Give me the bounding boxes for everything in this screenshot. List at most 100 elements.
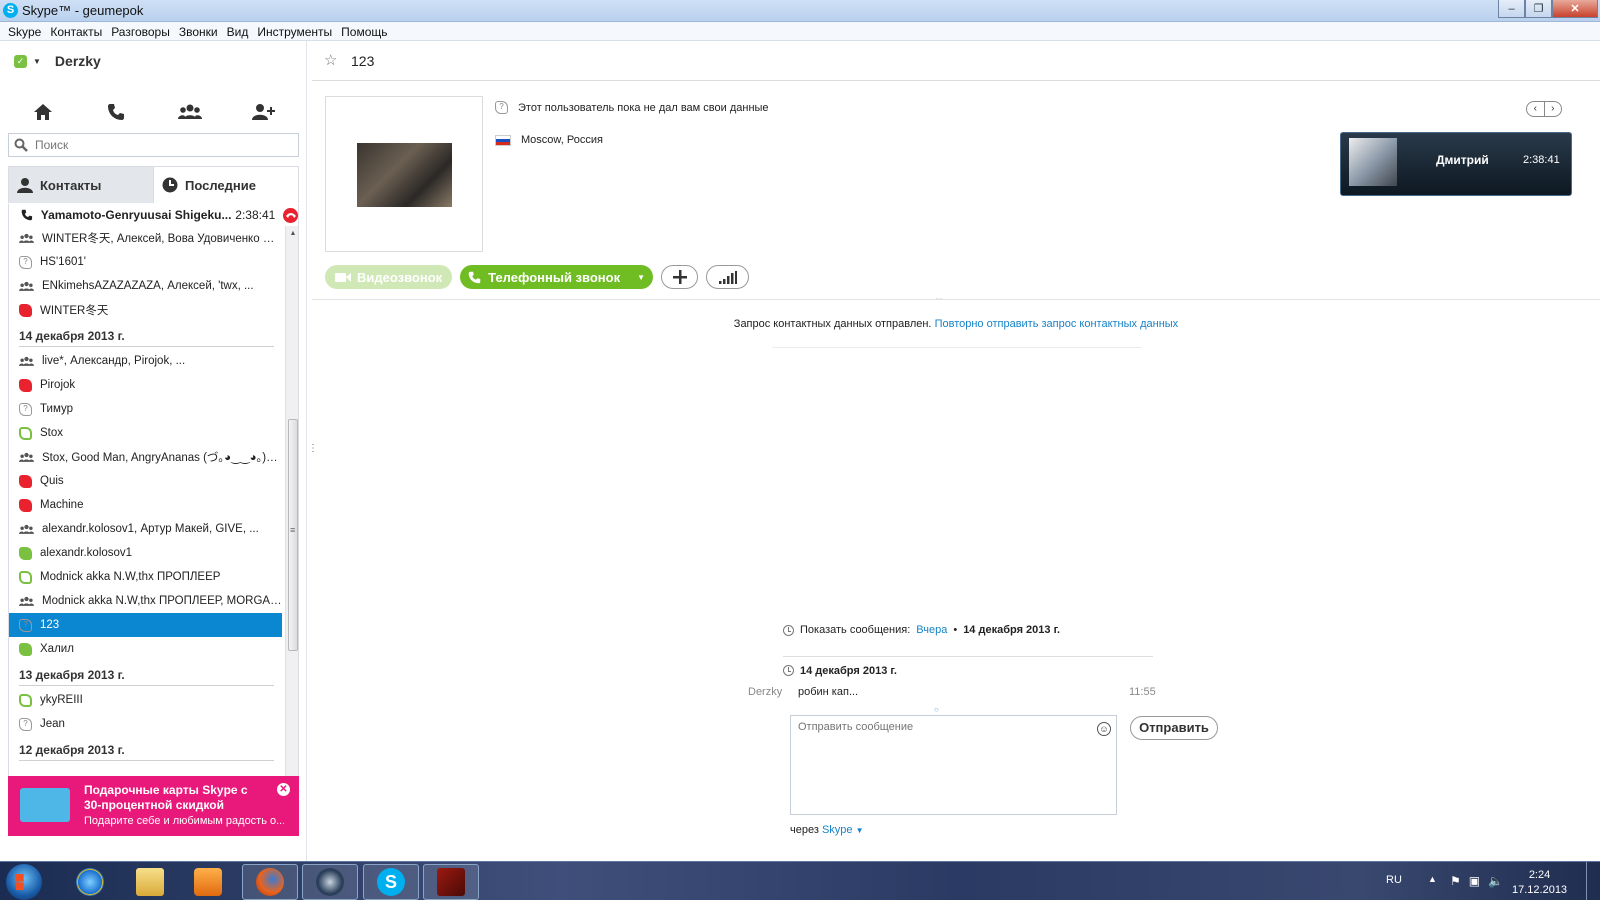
date-header-label: 12 декабря 2013 г. (19, 742, 125, 757)
scroll-up-arrow[interactable]: ▲ (286, 226, 298, 240)
recent-item[interactable]: Quis (9, 469, 282, 493)
recent-item[interactable]: Modnick akka N.W,thx ПРОПЛЕЕР (9, 565, 282, 589)
contacts-group-icon[interactable] (170, 97, 210, 127)
taskbar-steam[interactable] (302, 864, 358, 900)
message-input[interactable] (798, 721, 1098, 809)
taskbar-dota[interactable] (423, 864, 479, 900)
message-sender[interactable]: Derzky (748, 686, 782, 698)
search-input[interactable] (35, 137, 295, 153)
group-chat-icon (19, 356, 34, 366)
recent-item[interactable]: Stox (9, 421, 282, 445)
menu-tools[interactable]: Инструменты (253, 22, 337, 40)
active-call-row[interactable]: Yamamoto-Genryuusai Shigeku... 2:38:41 (8, 204, 299, 226)
taskbar-skype[interactable]: S (363, 864, 419, 900)
menu-view[interactable]: Вид (223, 22, 254, 40)
taskbar-firefox[interactable] (242, 864, 298, 900)
pending-status-icon: ? (19, 717, 32, 731)
recent-item[interactable]: ? 123 (9, 613, 282, 637)
star-icon[interactable]: ☆ (324, 51, 337, 69)
call-quality-button[interactable] (706, 265, 749, 289)
sidebar-nav (0, 97, 306, 127)
via-skype-selector[interactable]: Skype (822, 824, 853, 836)
recent-item[interactable]: alexandr.kolosov1, Артур Макей, GIVE, ..… (9, 517, 282, 541)
show-desktop-button[interactable] (1586, 862, 1600, 900)
recent-item[interactable]: Stox, Good Man, AngryAnanas (づ｡◕‿‿◕｡)づ, … (9, 445, 282, 469)
recent-item-label: Stox (40, 427, 64, 439)
recent-item[interactable]: alexandr.kolosov1 (9, 541, 282, 565)
recent-item[interactable]: Modnick akka N.W,thx ПРОПЛЕЕР, MORGAN, p… (9, 589, 282, 613)
contact-info-unknown: ? Этот пользователь пока не дал вам свои… (495, 101, 769, 114)
volume-icon[interactable]: 🔈 (1488, 874, 1503, 888)
profile-status[interactable]: ✓ ▼ Derzky (14, 53, 101, 69)
recent-item[interactable]: Machine (9, 493, 282, 517)
show-hidden-icons-arrow[interactable]: ▲ (1428, 874, 1437, 884)
profile-name[interactable]: Derzky (55, 53, 101, 69)
language-indicator[interactable]: RU (1386, 874, 1402, 886)
chevron-down-icon[interactable]: ▼ (33, 57, 41, 66)
send-button[interactable]: Отправить (1130, 716, 1218, 740)
resend-request-link[interactable]: Повторно отправить запрос контактных дан… (935, 318, 1179, 330)
unknown-info-text: Этот пользователь пока не дал вам свои д… (518, 101, 769, 114)
phone-icon (21, 209, 33, 221)
recent-item[interactable]: WINTER冬天, Алексей, Вова Удовиченко Whi..… (9, 226, 282, 250)
list-scrollbar[interactable]: ▲ ▼ (285, 226, 298, 825)
taskbar-explorer[interactable] (122, 864, 178, 900)
menu-skype[interactable]: Skype (4, 22, 46, 40)
history-date[interactable]: 14 декабря 2013 г. (963, 624, 1060, 636)
online-status-icon[interactable]: ✓ (14, 54, 27, 68)
date-header: 12 декабря 2013 г. (9, 736, 282, 763)
group-chat-icon (19, 524, 34, 534)
online-status-icon (19, 546, 32, 560)
internet-explorer-icon (76, 868, 104, 896)
chevron-down-icon[interactable]: ▼ (856, 826, 864, 835)
tray-clock[interactable]: 2:24 17.12.2013 (1512, 868, 1567, 898)
call-card[interactable]: Дмитрий 2:38:41 (1340, 132, 1572, 196)
chevron-down-icon[interactable]: ▼ (637, 273, 645, 282)
action-center-flag-icon[interactable]: ⚑ (1450, 874, 1461, 888)
taskbar: S RU ▲ ⚑ ▣ 🔈 2:24 17.12.2013 (0, 861, 1600, 900)
group-chat-icon (19, 233, 34, 243)
recent-item[interactable]: live*, Александр, Pirojok, ... (9, 349, 282, 373)
home-icon[interactable] (23, 97, 63, 127)
history-yesterday-link[interactable]: Вчера (916, 624, 947, 636)
tab-recent[interactable]: Последние (153, 167, 298, 203)
phone-icon[interactable] (96, 97, 136, 127)
hang-up-icon[interactable] (283, 207, 298, 223)
recent-item[interactable]: ? Jean (9, 712, 282, 736)
recent-item[interactable]: ? Тимур (9, 397, 282, 421)
emoticon-icon[interactable]: ☺ (1097, 722, 1111, 736)
window-controls: – ❐ ✕ (1498, 0, 1598, 20)
network-icon[interactable]: ▣ (1469, 874, 1480, 888)
recent-item[interactable]: Pirojok (9, 373, 282, 397)
recent-item[interactable]: Халил (9, 637, 282, 661)
more-options-dots[interactable]: ... (935, 289, 943, 303)
message-time: 11:55 (1129, 686, 1156, 698)
menu-help[interactable]: Помощь (337, 22, 392, 40)
promo-banner[interactable]: Подарочные карты Skype с 30-процентной с… (8, 776, 299, 836)
start-button[interactable] (6, 864, 42, 900)
add-people-button[interactable] (661, 265, 698, 289)
contact-avatar[interactable] (357, 143, 452, 207)
scroll-thumb[interactable] (288, 419, 298, 651)
taskbar-ie[interactable] (62, 864, 118, 900)
prev-arrow-icon[interactable]: ‹ (1527, 102, 1545, 116)
pending-status-icon: ? (19, 255, 32, 269)
recent-item[interactable]: ykyREIII (9, 688, 282, 712)
video-call-button[interactable]: Видеозвонок (325, 265, 453, 289)
recent-item[interactable]: WINTER冬天 (9, 298, 282, 322)
close-icon[interactable]: ✕ (277, 783, 290, 796)
menu-contacts[interactable]: Контакты (46, 22, 107, 40)
add-contact-icon[interactable] (243, 97, 283, 127)
minimize-button[interactable]: – (1498, 0, 1525, 18)
phone-call-button[interactable]: Телефонный звонок ▼ (460, 265, 653, 289)
menu-conversations[interactable]: Разговоры (107, 22, 175, 40)
taskbar-media-player[interactable] (180, 864, 236, 900)
maximize-button[interactable]: ❐ (1525, 0, 1552, 18)
recent-item[interactable]: ENkimehsAZAZAZAZA, Алексей, 'twx, ... (9, 274, 282, 298)
recent-item[interactable]: ? HS'1601' (9, 250, 282, 274)
next-arrow-icon[interactable]: › (1545, 102, 1562, 116)
close-window-button[interactable]: ✕ (1552, 0, 1598, 18)
russia-flag-icon (495, 134, 511, 146)
tab-contacts[interactable]: Контакты (9, 167, 153, 203)
menu-calls[interactable]: Звонки (175, 22, 223, 40)
